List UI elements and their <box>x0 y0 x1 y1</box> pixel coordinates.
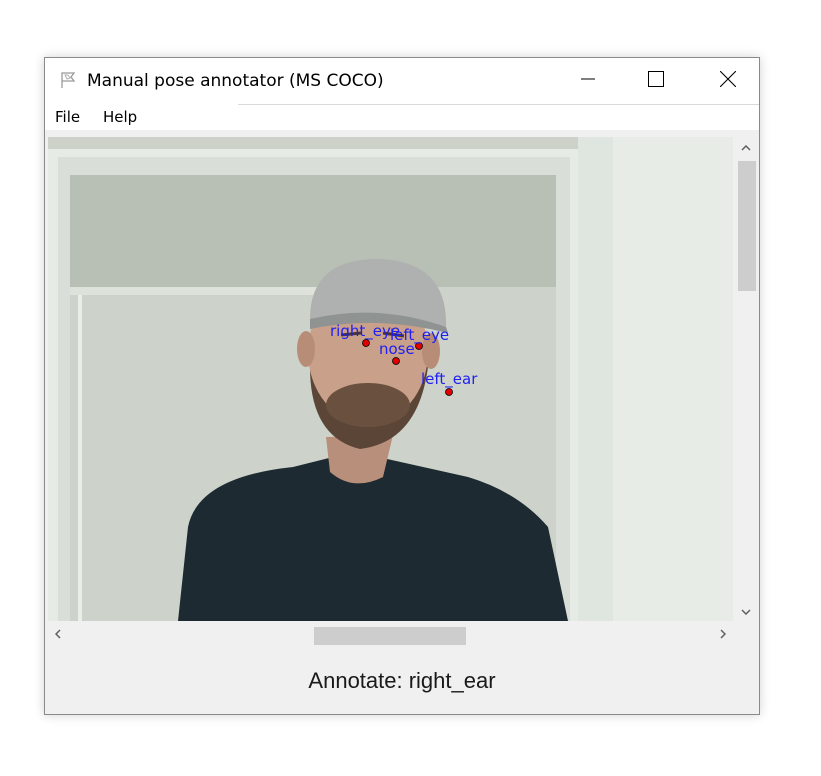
chevron-left-icon <box>54 626 61 644</box>
vertical-scrollbar[interactable] <box>735 137 757 621</box>
chevron-down-icon <box>741 602 751 620</box>
keypoint-label-nose: nose <box>379 340 415 358</box>
keypoint-right-eye[interactable] <box>362 339 370 347</box>
menu-file[interactable]: File <box>55 108 80 126</box>
chevron-up-icon <box>741 138 751 156</box>
scroll-left-button[interactable] <box>48 624 68 646</box>
vertical-scroll-thumb[interactable] <box>738 161 756 291</box>
menu-divider <box>238 104 759 105</box>
close-icon <box>719 70 737 92</box>
horizontal-scrollbar[interactable] <box>48 624 733 646</box>
app-window: Manual pose annotator (MS COCO) File Hel… <box>44 57 760 715</box>
person-ear-left <box>297 331 315 367</box>
horizontal-scroll-thumb[interactable] <box>314 627 466 645</box>
window-title: Manual pose annotator (MS COCO) <box>87 71 384 91</box>
back-wall-upper <box>70 175 556 295</box>
close-button[interactable] <box>705 58 751 104</box>
maximize-icon <box>648 70 664 92</box>
maximize-button[interactable] <box>633 58 679 104</box>
image-canvas[interactable]: right_eye left_eye nose left_ear <box>48 137 733 621</box>
menu-help[interactable]: Help <box>103 108 137 126</box>
person-beard-shadow <box>326 383 410 427</box>
scroll-down-button[interactable] <box>735 601 757 621</box>
keypoint-left-ear[interactable] <box>445 388 453 396</box>
minimize-icon <box>581 72 595 91</box>
keypoint-label-left-ear: left_ear <box>421 370 478 389</box>
annotation-image[interactable]: right_eye left_eye nose left_ear <box>48 137 733 621</box>
flag-icon <box>59 70 79 90</box>
minimize-button[interactable] <box>565 58 611 104</box>
keypoint-nose[interactable] <box>392 357 400 365</box>
status-label: Annotate: right_ear <box>308 668 496 693</box>
scroll-right-button[interactable] <box>713 624 733 646</box>
title-bar[interactable]: Manual pose annotator (MS COCO) <box>45 58 759 104</box>
door-edge <box>78 295 82 621</box>
right-wall-light <box>613 137 733 621</box>
chevron-right-icon <box>720 626 727 644</box>
scroll-up-button[interactable] <box>735 137 757 157</box>
menu-bar: File Help <box>45 104 759 130</box>
